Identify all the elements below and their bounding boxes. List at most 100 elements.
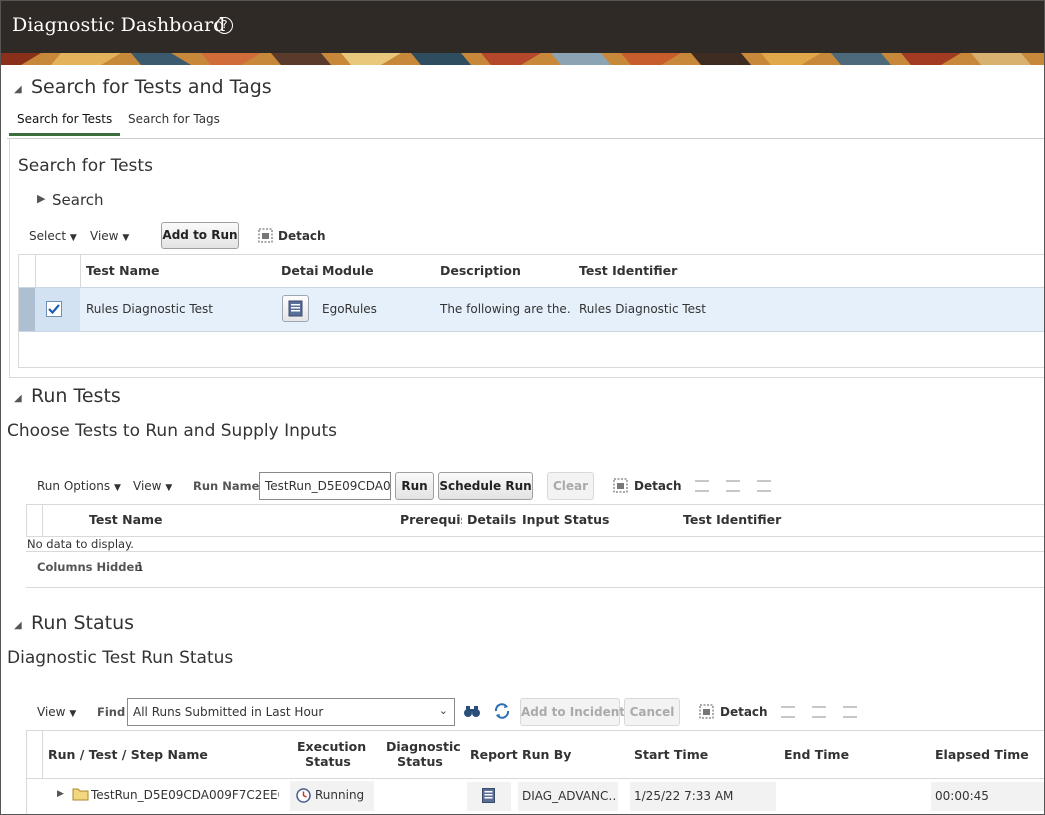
col-header-test-identifier-2[interactable]: Test Identifier bbox=[683, 512, 781, 527]
move-top-icon[interactable] bbox=[726, 480, 740, 492]
page-frame: Diagnostic Dashboard ? ◢ Search for Test… bbox=[0, 0, 1045, 815]
clear-button[interactable]: Clear bbox=[547, 472, 594, 500]
cell-execution-status: Running bbox=[315, 788, 365, 802]
col-header-run-name[interactable]: Run / Test / Step Name bbox=[48, 747, 208, 762]
col-header-prerequisites[interactable]: Prerequis bbox=[400, 512, 462, 527]
col-header-detail[interactable]: Detail bbox=[281, 263, 318, 278]
col-header-input-status[interactable]: Input Status bbox=[522, 512, 609, 527]
tab-search-for-tests[interactable]: Search for Tests bbox=[9, 112, 121, 136]
move-top-icon[interactable] bbox=[812, 706, 826, 718]
caret-down-icon: ▼ bbox=[69, 709, 77, 719]
run-name-input[interactable]: TestRun_D5E09CDA0 bbox=[259, 472, 391, 500]
table-col-divider bbox=[80, 254, 81, 287]
detach-button-status[interactable]: Detach bbox=[720, 705, 768, 719]
caret-down-icon: ▼ bbox=[165, 483, 173, 493]
run-button[interactable]: Run bbox=[395, 472, 434, 500]
run-status-section-toggle[interactable]: ◢ bbox=[14, 617, 22, 631]
cell-description: The following are the… bbox=[440, 302, 570, 316]
col-header-elapsed-time[interactable]: Elapsed Time bbox=[935, 747, 1029, 762]
columns-hidden-count: 1 bbox=[136, 560, 144, 574]
col-header-line: Diagnostic bbox=[386, 739, 461, 754]
page-title: Diagnostic Dashboard bbox=[12, 14, 226, 36]
indent-icon[interactable] bbox=[843, 706, 857, 718]
find-select[interactable]: All Runs Submitted in Last Hour ⌄ bbox=[127, 698, 455, 726]
run-tests-section-title: Run Tests bbox=[31, 385, 121, 407]
run-options-menu[interactable]: Run Options ▼ bbox=[37, 479, 121, 493]
move-up-icon[interactable] bbox=[695, 480, 709, 492]
col-header-execution-status[interactable]: Execution Status bbox=[297, 739, 367, 769]
col-header-end-time[interactable]: End Time bbox=[784, 747, 849, 762]
search-section-toggle[interactable]: ◢ bbox=[14, 81, 22, 95]
table2-left-border bbox=[26, 504, 27, 537]
col-header-report[interactable]: Report bbox=[470, 747, 518, 762]
cell-start-time: 1/25/22 7:33 AM bbox=[634, 789, 734, 803]
detach-button-run[interactable]: Detach bbox=[634, 479, 682, 493]
indent-icon[interactable] bbox=[757, 480, 771, 492]
run-status-section-title: Run Status bbox=[31, 612, 135, 634]
row-selector[interactable] bbox=[19, 288, 35, 331]
view-menu-run[interactable]: View ▼ bbox=[133, 479, 172, 493]
detach-icon[interactable] bbox=[699, 704, 714, 719]
detach-button[interactable]: Detach bbox=[278, 229, 326, 243]
detach-icon[interactable] bbox=[258, 228, 273, 243]
caret-down-icon: ▼ bbox=[122, 233, 130, 243]
col-header-run-by[interactable]: Run By bbox=[522, 747, 571, 762]
col-header-module[interactable]: Module bbox=[322, 263, 374, 278]
schedule-run-button[interactable]: Schedule Run bbox=[438, 472, 533, 500]
col-header-diagnostic-status[interactable]: Diagnostic Status bbox=[386, 739, 461, 769]
run-name-label: Run Name bbox=[193, 479, 260, 493]
tab-search-for-tags[interactable]: Search for Tags bbox=[128, 112, 220, 126]
view-menu-label: View bbox=[37, 705, 66, 719]
move-up-icon[interactable] bbox=[781, 706, 795, 718]
detach-icon[interactable] bbox=[613, 478, 628, 493]
run-tests-section-toggle[interactable]: ◢ bbox=[14, 390, 22, 404]
search-disclosure-label[interactable]: Search bbox=[52, 191, 104, 209]
row-checkbox[interactable] bbox=[46, 301, 62, 317]
cell-test-name: Rules Diagnostic Test bbox=[86, 302, 214, 316]
view-menu-status[interactable]: View ▼ bbox=[37, 705, 76, 719]
document-icon bbox=[288, 300, 303, 317]
col-header-details[interactable]: Details bbox=[467, 512, 516, 527]
binoculars-icon[interactable] bbox=[463, 703, 481, 719]
refresh-icon[interactable] bbox=[493, 702, 511, 720]
caret-down-icon: ▼ bbox=[113, 483, 121, 493]
col-header-test-identifier[interactable]: Test Identifier bbox=[579, 263, 677, 278]
detail-button[interactable] bbox=[282, 295, 309, 322]
columns-hidden-label: Columns Hidden bbox=[37, 560, 143, 574]
view-menu-label: View bbox=[90, 229, 119, 243]
run-status-subtitle: Diagnostic Test Run Status bbox=[7, 648, 234, 668]
caret-down-icon: ▼ bbox=[69, 233, 77, 243]
cell-run-by: DIAG_ADVANC… bbox=[522, 789, 616, 803]
table2-header-border bbox=[26, 536, 1044, 537]
col-header-test-name[interactable]: Test Name bbox=[86, 263, 160, 278]
add-to-incident-button[interactable]: Add to Incident bbox=[520, 698, 625, 726]
help-icon[interactable]: ? bbox=[216, 17, 233, 34]
search-panel-title: Search for Tests bbox=[18, 156, 153, 176]
add-to-run-button[interactable]: Add to Run bbox=[161, 222, 239, 249]
search-disclosure-icon[interactable]: ▶ bbox=[37, 192, 45, 205]
find-label: Find bbox=[97, 705, 126, 719]
col-header-start-time[interactable]: Start Time bbox=[634, 747, 708, 762]
search-panel bbox=[9, 138, 1044, 378]
table3-col-divider bbox=[42, 730, 43, 779]
col-header-line: Execution bbox=[297, 739, 367, 754]
find-select-value: All Runs Submitted in Last Hour bbox=[133, 705, 324, 719]
col-header-line: Status bbox=[305, 754, 351, 769]
select-menu-label: Select bbox=[29, 229, 67, 243]
cancel-button[interactable]: Cancel bbox=[624, 698, 680, 726]
table-top-border bbox=[18, 254, 1044, 255]
view-menu[interactable]: View ▼ bbox=[90, 229, 129, 243]
col-header-test-name-2[interactable]: Test Name bbox=[89, 512, 163, 527]
table3-top-border bbox=[26, 730, 1044, 731]
expand-row-icon[interactable]: ▶ bbox=[57, 789, 64, 799]
cell-elapsed-time: 00:00:45 bbox=[935, 789, 989, 803]
cell-run-name[interactable]: TestRun_D5E09CDA009F7C2EE0 bbox=[91, 788, 279, 802]
table-col-divider bbox=[35, 254, 36, 287]
view-menu-label: View bbox=[133, 479, 162, 493]
col-header-description[interactable]: Description bbox=[440, 263, 521, 278]
select-menu[interactable]: Select ▼ bbox=[29, 229, 77, 243]
chevron-down-icon: ⌄ bbox=[438, 704, 448, 717]
folder-icon bbox=[72, 788, 89, 801]
table2-col-divider bbox=[42, 504, 43, 537]
report-icon[interactable] bbox=[481, 787, 496, 804]
